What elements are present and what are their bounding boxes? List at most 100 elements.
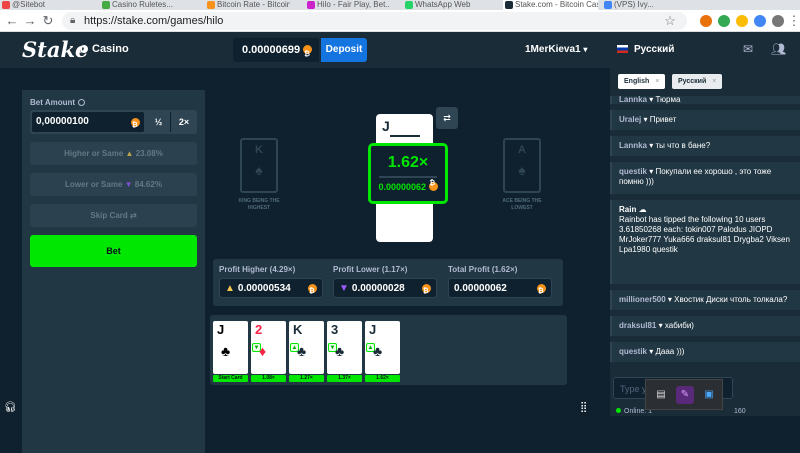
skip-card-small-button[interactable]: ⇄	[436, 107, 458, 129]
profile-avatar[interactable]	[772, 15, 784, 27]
bitcoin-icon	[537, 282, 546, 302]
chat-message: Lannka ▾ Тюрма	[610, 96, 800, 104]
bet-amount-input[interactable]: 0,00000100	[32, 112, 144, 136]
browser-tab[interactable]: Hilo - Fair Play, Bet...	[305, 0, 390, 10]
star-icon[interactable]: ☆	[662, 13, 678, 29]
extension-icon[interactable]	[754, 15, 766, 27]
history-tag: Start Card	[213, 375, 248, 382]
half-bet-button[interactable]: ½	[147, 112, 171, 132]
users-icon[interactable]: 👥︎	[771, 42, 786, 56]
total-profit-value: 0.00000062	[448, 278, 552, 302]
bitcoin-icon	[303, 43, 313, 67]
history-tag: 1.08×	[251, 375, 286, 382]
stake-logo[interactable]: Stake	[22, 37, 88, 62]
spade-icon: ♠	[255, 162, 263, 178]
bitcoin-icon	[131, 116, 140, 136]
arrow-down-icon: ▼	[339, 283, 349, 294]
chat-message: questik ▾ Покупали ее хорошо , это тоже …	[610, 162, 800, 194]
profit-lower: Profit Lower (1.17×) ▼ 0.00000028	[333, 265, 437, 302]
king-hint: KING BEING THE HIGHEST	[238, 198, 280, 211]
back-icon[interactable]: ←	[4, 13, 20, 29]
user-menu[interactable]: 1MerKieva1 ▾	[525, 44, 587, 55]
history-card: 2 ▼ ♦	[251, 321, 286, 374]
history-card: 3 ▼ ♣	[327, 321, 362, 374]
hilo-game: Bet Amount 0,00000100 ½ 2× Higher or Sam…	[22, 90, 572, 453]
history-card: J ♣	[213, 321, 248, 374]
menu-icon[interactable]: ⋮	[786, 13, 800, 29]
screen-icon[interactable]: ▣	[700, 386, 718, 404]
casino-link[interactable]: Casino	[80, 43, 129, 55]
arrow-up-icon: ▲	[225, 283, 235, 294]
close-icon[interactable]: ×	[655, 78, 659, 85]
mail-icon[interactable]: ✉	[743, 42, 753, 56]
game-board: K ♠ KING BEING THE HIGHEST A ♠ ACE BEING T…	[205, 90, 572, 453]
bet-amount-label: Bet Amount	[30, 98, 197, 107]
tab-favicon-icon	[307, 1, 315, 9]
history-tag: 1.37×	[327, 375, 362, 382]
payout-multiplier: 1.62×	[387, 154, 429, 171]
main-content: Bet Amount 0,00000100 ½ 2× Higher or Sam…	[0, 68, 610, 453]
profit-lower-value: ▼ 0.00000028	[333, 278, 437, 302]
extension-icon[interactable]	[736, 15, 748, 27]
browser-tab[interactable]: @Sitebot	[0, 0, 60, 10]
chat-bubble-icon[interactable]: ▤	[652, 386, 670, 404]
chat-message: Uralej ▾ Привет	[610, 110, 800, 130]
history-card: K ▲ ♣	[289, 321, 324, 374]
double-bet-button[interactable]: 2×	[172, 112, 196, 132]
wallet-balance[interactable]: 0.00000699 ▾	[233, 38, 319, 79]
card-divider	[390, 135, 420, 137]
chat-panel: English × Русский × Lannka ▾ Тюрма Uralej …	[610, 68, 800, 416]
chat-message: millioner500 ▾ Хвостик Диски чтоль толка…	[610, 290, 800, 310]
browser-tab-active[interactable]: Stake.com - Bitcoin Casi...	[503, 0, 598, 10]
feather-icon[interactable]: ✎	[676, 386, 694, 404]
tab-favicon-icon	[405, 1, 413, 9]
grid-icon[interactable]: ⣿	[580, 402, 587, 413]
language-selector[interactable]: Русский	[617, 44, 674, 55]
extension-icon[interactable]	[718, 15, 730, 27]
tab-favicon-icon	[2, 1, 10, 9]
skip-card-button[interactable]: Skip Card ⇄	[30, 204, 197, 227]
tab-favicon-icon	[505, 1, 513, 9]
extension-icon[interactable]	[700, 15, 712, 27]
bet-amount-group: 0,00000100 ½ 2×	[30, 110, 197, 136]
bitcoin-icon	[428, 180, 438, 191]
spade-icon: ♠	[518, 162, 526, 178]
os-popup-toolbar: ▤ ✎ ▣	[645, 379, 723, 410]
arrow-down-icon: ▼	[124, 180, 133, 189]
bet-button[interactable]: Bet	[30, 235, 197, 267]
ace-ghost-card: A ♠	[503, 138, 541, 193]
chat-message: Lannka ▾ ты что в бане?	[610, 136, 800, 156]
headset-icon[interactable]: 🎧︎	[4, 402, 17, 413]
history-tag: 1.27×	[289, 375, 324, 382]
browser-tab[interactable]: Bitcoin Rate - Bitcoin...	[205, 0, 290, 10]
url-input[interactable]: 🔒︎ https://stake.com/games/hilo	[62, 12, 687, 30]
reload-icon[interactable]: ↻	[40, 13, 56, 29]
close-icon[interactable]: ×	[712, 78, 716, 85]
arrow-up-icon: ▲	[125, 149, 134, 158]
bitcoin-icon	[422, 282, 431, 302]
chat-lang-english[interactable]: English ×	[618, 74, 666, 89]
tab-favicon-icon	[102, 1, 110, 9]
deposit-button[interactable]: Deposit	[321, 38, 367, 62]
forward-icon[interactable]: →	[22, 13, 38, 29]
chat-language-tabs: English × Русский ×	[610, 68, 800, 96]
online-dot-icon	[616, 408, 621, 413]
browser-tab-bar: @Sitebot Casino Ruletes... Bitcoin Rate …	[0, 0, 800, 10]
chat-lang-russian[interactable]: Русский ×	[672, 74, 723, 89]
browser-tab[interactable]: Casino Ruletes...	[100, 0, 180, 10]
chat-message: questik ▾ Дааа )))	[610, 342, 800, 362]
card-history: J ♣ Start Card 2 ▼ ♦ 1.08× K ▲ ♣ 1.27× 3 ▼ ♣ 1.…	[210, 315, 567, 385]
info-icon[interactable]	[78, 99, 86, 106]
chevron-down-icon: ▾	[583, 45, 588, 54]
browser-tab[interactable]: (VPS) Ivy...	[602, 0, 692, 10]
cloud-icon: ☁	[638, 205, 647, 214]
address-bar: ← → ↻ 🔒︎ https://stake.com/games/hilo ☆ …	[0, 10, 800, 32]
lower-or-same-button[interactable]: Lower or Same ▼ 84.62%	[30, 173, 197, 196]
tab-favicon-icon	[604, 1, 612, 9]
higher-or-same-button[interactable]: Higher or Same ▲ 23.08%	[30, 142, 197, 165]
tab-favicon-icon	[207, 1, 215, 9]
browser-tab[interactable]: WhatsApp Web	[403, 0, 498, 10]
payout-divider	[379, 176, 437, 178]
casino-icon	[80, 45, 88, 53]
history-card: J ▲ ♣	[365, 321, 400, 374]
